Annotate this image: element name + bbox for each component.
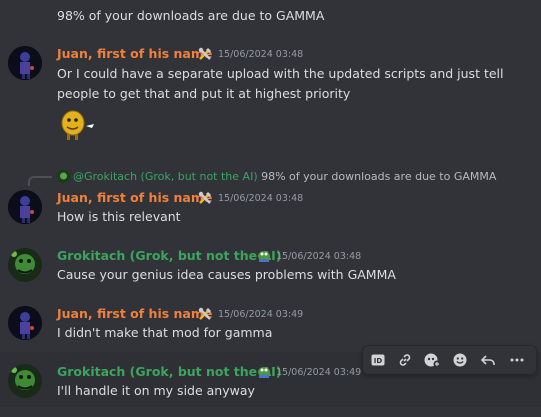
reply-connector [28,176,52,186]
link-icon [399,354,411,366]
message-text: 98% of your downloads are due to GAMMA [57,8,325,23]
timestamp: 15/06/2024 03:48 [276,251,362,262]
reply-avatar-icon [57,170,70,183]
id-icon: ID [371,354,385,366]
message-text: Cause your genius idea causes problems w… [57,267,396,282]
avatar-juan[interactable] [8,306,42,340]
avatar-grokitach[interactable] [8,364,42,398]
timestamp: 15/06/2024 03:48 [218,193,304,204]
message-text-line: people to get that and put it at highest… [57,86,351,101]
avatar-juan[interactable] [8,46,42,80]
reply-preview[interactable]: @Grokitach (Grok, but not the AI) 98% of… [73,170,496,184]
author-name[interactable]: Grokitach (Grok, but not the AI) [57,248,282,264]
pepe-badge-icon [258,367,270,378]
tools-icon [198,191,212,204]
author-name[interactable]: Juan, first of his name [57,306,212,322]
author-name[interactable]: Grokitach (Grok, but not the AI) [57,364,282,380]
message-text: I'll handle it on my side anyway [57,383,255,398]
add-reaction-button[interactable] [449,350,471,370]
message-text: I didn't make that mod for gamma [57,325,273,340]
message-actions-toolbar: ID [362,345,537,375]
timestamp: 15/06/2024 03:49 [276,367,362,378]
svg-text:ID: ID [374,357,383,365]
tools-icon [198,47,212,60]
emoji-sticker[interactable] [58,108,100,142]
more-options-button[interactable] [506,350,528,370]
message-text-line: Or I could have a separate upload with t… [57,66,504,81]
super-reaction-button[interactable] [421,350,443,370]
avatar-juan[interactable] [8,190,42,224]
avatar-grokitach[interactable] [8,248,42,282]
reply-author[interactable]: @Grokitach (Grok, but not the AI) [73,170,258,183]
reply-button[interactable] [477,350,499,370]
author-name[interactable]: Juan, first of his name [57,46,212,62]
reply-icon [480,355,495,365]
copy-link-button[interactable] [394,350,416,370]
reply-snippet: 98% of your downloads are due to GAMMA [261,170,497,183]
more-icon [510,358,524,362]
timestamp: 15/06/2024 03:49 [218,309,304,320]
timestamp: 15/06/2024 03:48 [218,49,304,60]
message-text: How is this relevant [57,209,181,224]
author-name[interactable]: Juan, first of his name [57,190,212,206]
add-reaction-icon [453,353,467,367]
react-pepe-icon [424,353,441,368]
pepe-badge-icon [258,251,270,262]
tools-icon [198,307,212,320]
copy-id-button[interactable]: ID [367,350,389,370]
